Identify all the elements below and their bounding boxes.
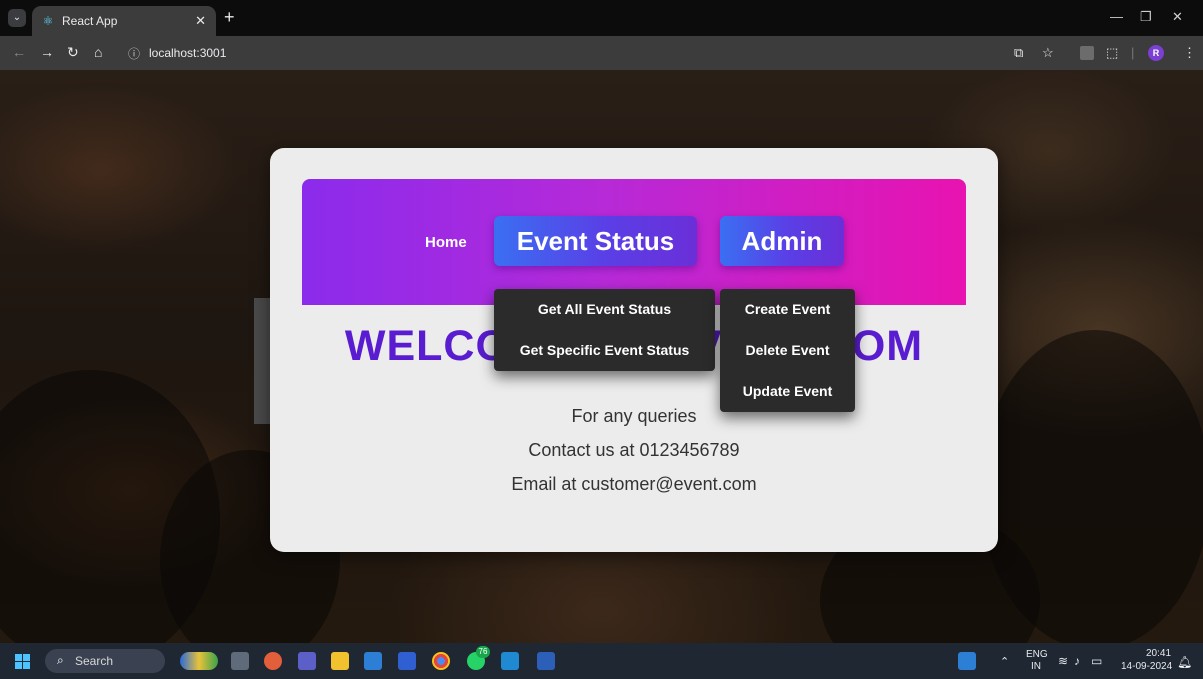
- search-icon: ⌕: [57, 653, 64, 667]
- copilot-icon[interactable]: [264, 652, 282, 670]
- kebab-menu-icon[interactable]: ⋮: [1183, 45, 1196, 61]
- reload-icon[interactable]: ↻: [67, 44, 79, 60]
- address-bar[interactable]: ⓘ localhost:3001: [120, 41, 1060, 65]
- back-icon[interactable]: ←: [12, 44, 26, 60]
- widget-app-icon[interactable]: [958, 652, 976, 670]
- input-region: IN: [1031, 661, 1041, 672]
- whatsapp-icon[interactable]: 76: [467, 646, 490, 670]
- extension-icon[interactable]: [1080, 46, 1094, 60]
- menu-item-create-event[interactable]: Create Event: [720, 289, 855, 330]
- close-window-icon[interactable]: ✕: [1172, 9, 1183, 25]
- app-icon[interactable]: [398, 652, 416, 670]
- browser-toolbar: ← → ↻ ⌂ ⓘ localhost:3001 ⧉ ☆ ⬚ | R ⋮: [0, 36, 1203, 70]
- menu-item-get-all-event-status[interactable]: Get All Event Status: [494, 289, 715, 330]
- queries-text: For any queries: [571, 406, 697, 426]
- site-info-icon[interactable]: ⓘ: [128, 45, 140, 62]
- event-status-button[interactable]: Event Status: [494, 216, 697, 266]
- input-language[interactable]: ENG: [1026, 649, 1048, 660]
- event-status-dropdown: Get All Event Status Get Specific Event …: [494, 289, 715, 371]
- vscode-icon[interactable]: [501, 652, 519, 670]
- bookmark-star-icon[interactable]: ☆: [1042, 45, 1054, 61]
- admin-button[interactable]: Admin: [720, 216, 844, 266]
- close-tab-icon[interactable]: ✕: [195, 13, 206, 29]
- notification-bell-icon[interactable]: 🔔︎: [1177, 655, 1192, 669]
- nav-home-link[interactable]: Home: [425, 234, 467, 251]
- browser-tabstrip: ⌄ ⚛ React App ✕ + — ❐ ✕: [0, 0, 1203, 36]
- forward-icon[interactable]: →: [40, 44, 54, 60]
- profile-avatar[interactable]: R: [1148, 45, 1164, 61]
- restore-icon[interactable]: ❐: [1140, 9, 1152, 25]
- weather-widget-icon[interactable]: [180, 652, 218, 670]
- main-card: Home Event Status Admin WELCOME TO EVENT…: [270, 148, 998, 552]
- react-icon: ⚛: [42, 14, 54, 28]
- store-icon[interactable]: [364, 652, 382, 670]
- task-view-icon[interactable]: [231, 652, 249, 670]
- navbar: Home Event Status Admin: [302, 179, 966, 305]
- new-tab-button[interactable]: +: [224, 8, 235, 26]
- search-label: Search: [75, 654, 114, 668]
- teams-icon[interactable]: [298, 652, 316, 670]
- volume-icon[interactable]: ♪: [1074, 654, 1080, 668]
- windows-start-icon[interactable]: [15, 654, 30, 669]
- extensions-puzzle-icon[interactable]: ⬚: [1106, 45, 1118, 61]
- taskbar: ⌕ Search 76 ⌃ ENG IN ≋ ♪ ▭ 20:41 14-09-2…: [0, 643, 1203, 679]
- contact-text: Contact us at 0123456789: [528, 440, 740, 460]
- menu-item-delete-event[interactable]: Delete Event: [720, 330, 855, 371]
- chrome-icon[interactable]: [432, 652, 450, 670]
- cast-icon[interactable]: ⧉: [1014, 45, 1023, 61]
- wifi-icon[interactable]: ≋: [1058, 654, 1068, 668]
- taskbar-search[interactable]: ⌕ Search: [45, 649, 165, 673]
- tab-title: React App: [62, 14, 118, 28]
- minimize-icon[interactable]: —: [1110, 9, 1123, 24]
- menu-item-get-specific-event-status[interactable]: Get Specific Event Status: [494, 330, 715, 371]
- clock-time[interactable]: 20:41: [1146, 648, 1171, 659]
- battery-icon[interactable]: ▭: [1091, 654, 1102, 668]
- tab-search-button[interactable]: ⌄: [8, 9, 26, 27]
- clock-date[interactable]: 14-09-2024: [1121, 661, 1172, 672]
- page-viewport: Home Event Status Admin WELCOME TO EVENT…: [0, 70, 1203, 643]
- file-explorer-icon[interactable]: [331, 652, 349, 670]
- admin-dropdown: Create Event Delete Event Update Event: [720, 289, 855, 412]
- word-icon[interactable]: [537, 652, 555, 670]
- show-hidden-icons-icon[interactable]: ⌃: [1000, 655, 1009, 668]
- whatsapp-badge: 76: [476, 646, 490, 658]
- home-icon[interactable]: ⌂: [94, 44, 102, 60]
- browser-tab[interactable]: ⚛ React App ✕: [32, 6, 216, 36]
- address-url: localhost:3001: [149, 46, 227, 60]
- email-text: Email at customer@event.com: [511, 474, 757, 494]
- toolbar-divider: |: [1131, 45, 1135, 60]
